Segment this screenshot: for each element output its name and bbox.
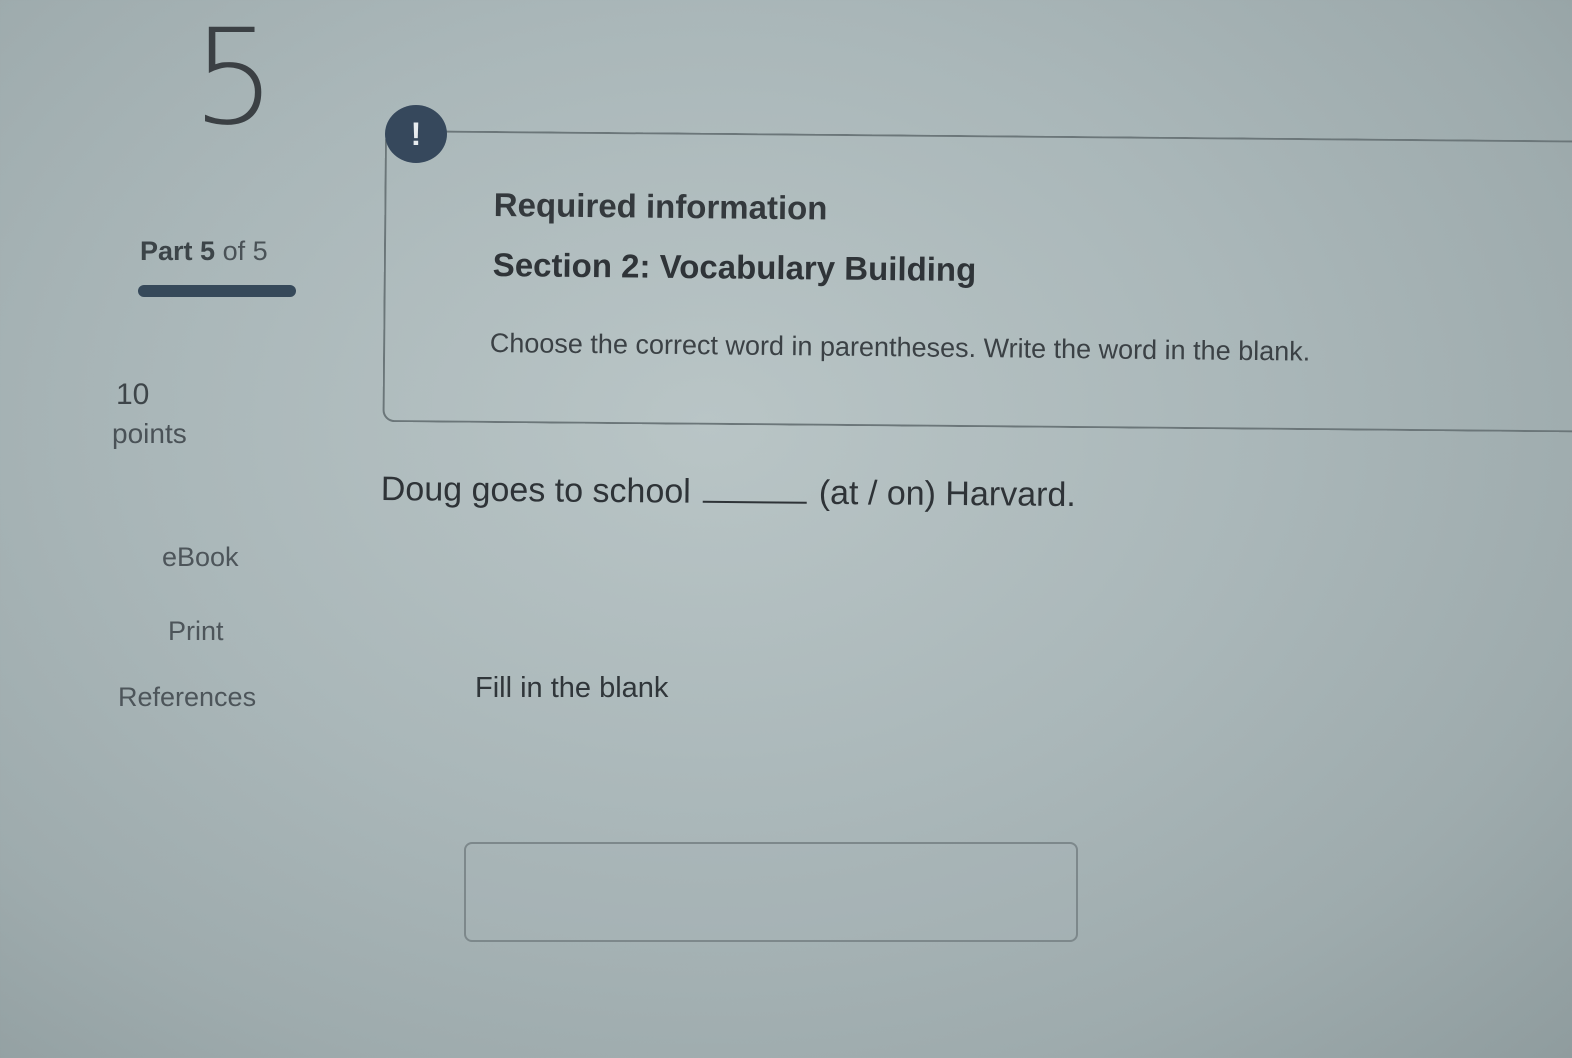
section-title: Section 2: Vocabulary Building — [492, 246, 977, 289]
part-indicator: Part 5 of 5 — [140, 236, 268, 267]
question-number: 5 — [192, 1, 276, 155]
references-link[interactable]: References — [118, 682, 256, 713]
part-total: of 5 — [222, 236, 268, 266]
print-link[interactable]: Print — [168, 616, 224, 647]
prompt-before-blank: Doug goes to school — [380, 470, 691, 511]
points-value: 10 — [116, 378, 150, 411]
prompt-after-blank: (at / on) Harvard. — [818, 473, 1076, 515]
fill-in-blank-label: Fill in the blank — [475, 672, 669, 704]
required-information-title: Required information — [493, 186, 828, 227]
part-progress-bar — [138, 285, 296, 297]
part-word: Part — [140, 236, 193, 266]
part-current: 5 — [200, 236, 216, 266]
prompt-blank-line — [702, 496, 807, 504]
answer-input[interactable] — [464, 842, 1078, 942]
alert-icon: ! — [385, 105, 447, 163]
ebook-link[interactable]: eBook — [162, 542, 239, 573]
question-prompt: Doug goes to school (at / on) Harvard. — [381, 470, 1076, 515]
points-label: points — [112, 418, 187, 449]
